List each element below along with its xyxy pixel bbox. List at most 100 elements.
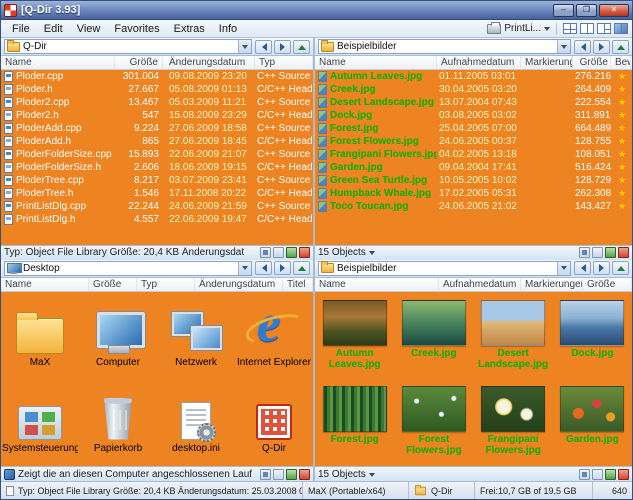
- layout-three-pane-icon[interactable]: [597, 23, 611, 34]
- file-row[interactable]: PrintListDlg.h4.55722.06.2009 19:47C/C++…: [1, 213, 313, 226]
- column-header[interactable]: Änderungsdatum: [195, 278, 283, 291]
- desktop-item[interactable]: desktop.ini: [157, 384, 235, 467]
- file-row[interactable]: Humpback Whale.jpg17.02.2005 05:31262.30…: [315, 187, 632, 200]
- file-row[interactable]: Toco Toucan.jpg24.06.2005 21:02143.427★: [315, 200, 632, 213]
- pane-tool-icon[interactable]: [579, 469, 590, 480]
- pane-go-icon[interactable]: [605, 469, 616, 480]
- column-header[interactable]: Größe: [573, 56, 611, 69]
- file-row[interactable]: Ploder2.h54715.08.2009 23:29C/C++ Header: [1, 109, 313, 122]
- file-row[interactable]: PloderTree.cpp8.21703.07.2009 23:41C++ S…: [1, 174, 313, 187]
- menu-item-favorites[interactable]: Favorites: [107, 22, 166, 36]
- thumbnail-item[interactable]: Forest.jpg: [315, 386, 394, 467]
- column-header[interactable]: Typ: [255, 56, 313, 69]
- forward-button[interactable]: [593, 40, 610, 54]
- file-row[interactable]: Garden.jpg09.04.2004 17:41516.424★: [315, 161, 632, 174]
- thumbnail-item[interactable]: Autumn Leaves.jpg: [315, 300, 394, 386]
- forward-button[interactable]: [274, 40, 291, 54]
- column-header[interactable]: Markierungen: [521, 278, 583, 291]
- forward-button[interactable]: [274, 261, 291, 275]
- desktop-item[interactable]: MaX: [1, 298, 79, 384]
- file-row[interactable]: Ploder2.cpp13.46705.03.2009 11:21C++ Sou…: [1, 96, 313, 109]
- desktop-item[interactable]: Papierkorb: [79, 384, 157, 467]
- thumbnail-item[interactable]: Creek.jpg: [394, 300, 473, 386]
- desktop-item[interactable]: Computer: [79, 298, 157, 384]
- column-header[interactable]: Titel: [283, 278, 313, 291]
- desktop-item[interactable]: Systemsteuerung: [1, 384, 79, 467]
- file-row[interactable]: Green Sea Turtle.jpg10.05.2005 10:02128.…: [315, 174, 632, 187]
- file-row[interactable]: PrintListDlg.cpp22.24424.06.2009 21:59C+…: [1, 200, 313, 213]
- pane-close-icon[interactable]: [299, 247, 310, 258]
- column-header[interactable]: Name: [1, 56, 115, 69]
- file-row[interactable]: PloderFolderSize.h2.60618.06.2009 19:15C…: [1, 161, 313, 174]
- menu-item-edit[interactable]: Edit: [37, 22, 70, 36]
- path-dropdown-arrow-icon[interactable]: [238, 262, 251, 275]
- pane-tool-icon[interactable]: [260, 247, 271, 258]
- pane-go-icon[interactable]: [286, 469, 297, 480]
- path-combo[interactable]: Beispielbilder: [318, 261, 571, 276]
- thumbnail-item[interactable]: Dock.jpg: [553, 300, 632, 386]
- pane-filter-icon[interactable]: [273, 469, 284, 480]
- column-header[interactable]: Name: [315, 56, 437, 69]
- pane-filter-icon[interactable]: [592, 469, 603, 480]
- file-row[interactable]: Creek.jpg30.04.2005 03:20264.409★: [315, 83, 632, 96]
- print-dropdown-arrow-icon[interactable]: [544, 27, 550, 34]
- pane-go-icon[interactable]: [286, 247, 297, 258]
- file-row[interactable]: PloderAdd.cpp9.22427.06.2009 18:58C++ So…: [1, 122, 313, 135]
- menu-item-info[interactable]: Info: [212, 22, 244, 36]
- maximize-button[interactable]: ❐: [576, 4, 597, 17]
- menu-item-extras[interactable]: Extras: [167, 22, 212, 36]
- path-dropdown-arrow-icon[interactable]: [238, 40, 251, 53]
- up-button[interactable]: [293, 40, 310, 54]
- file-row[interactable]: Ploder.h27.66705.08.2009 01:13C/C++ Head…: [1, 83, 313, 96]
- back-button[interactable]: [255, 40, 272, 54]
- path-combo[interactable]: Desktop: [4, 261, 252, 276]
- path-combo[interactable]: Beispielbilder: [318, 39, 571, 54]
- path-combo[interactable]: Q-Dir: [4, 39, 252, 54]
- path-dropdown-arrow-icon[interactable]: [557, 40, 570, 53]
- file-row[interactable]: Frangipani Flowers.jpg04.02.2005 13:1810…: [315, 148, 632, 161]
- thumbnail-item[interactable]: Forest Flowers.jpg: [394, 386, 473, 467]
- minimize-button[interactable]: –: [553, 4, 574, 17]
- column-header[interactable]: Markierungen: [521, 56, 573, 69]
- desktop-item[interactable]: Q-Dir: [235, 384, 313, 467]
- count-dropdown-arrow-icon[interactable]: [369, 251, 375, 258]
- thumbnail-item[interactable]: Desert Landscape.jpg: [474, 300, 553, 386]
- pane-close-icon[interactable]: [618, 469, 629, 480]
- file-row[interactable]: Autumn Leaves.jpg01.11.2005 03:01276.216…: [315, 70, 632, 83]
- file-row[interactable]: Forest Flowers.jpg24.06.2005 00:37128.75…: [315, 135, 632, 148]
- pane-tool-icon[interactable]: [579, 247, 590, 258]
- column-header[interactable]: Größe: [89, 278, 137, 291]
- column-header[interactable]: Größe: [583, 278, 632, 291]
- column-header[interactable]: Name: [315, 278, 439, 291]
- up-button[interactable]: [612, 40, 629, 54]
- path-dropdown-arrow-icon[interactable]: [557, 262, 570, 275]
- pane-go-icon[interactable]: [605, 247, 616, 258]
- back-button[interactable]: [574, 40, 591, 54]
- layout-single-icon[interactable]: [614, 23, 628, 34]
- titlebar[interactable]: [Q-Dir 3.93] – ❐ ✕: [1, 1, 632, 20]
- file-row[interactable]: Desert Landscape.jpg13.07.2004 07:43222.…: [315, 96, 632, 109]
- pane-filter-icon[interactable]: [592, 247, 603, 258]
- file-row[interactable]: PloderAdd.h86527.06.2009 18:45C/C++ Head…: [1, 135, 313, 148]
- close-button[interactable]: ✕: [599, 4, 629, 17]
- menu-item-view[interactable]: View: [70, 22, 108, 36]
- column-header[interactable]: Aufnahmedatum: [439, 278, 521, 291]
- thumbnail-item[interactable]: Garden.jpg: [553, 386, 632, 467]
- file-row[interactable]: PloderTree.h1.54617.11.2008 20:22C/C++ H…: [1, 187, 313, 200]
- back-button[interactable]: [255, 261, 272, 275]
- column-header[interactable]: Aufnahmedatum: [437, 56, 521, 69]
- column-header[interactable]: Bew: [611, 56, 631, 69]
- layout-two-vertical-icon[interactable]: [580, 23, 594, 34]
- pane-filter-icon[interactable]: [273, 247, 284, 258]
- column-header[interactable]: Änderungsdatum: [163, 56, 255, 69]
- file-row[interactable]: PloderFolderSize.cpp15.89322.06.2009 21:…: [1, 148, 313, 161]
- forward-button[interactable]: [593, 261, 610, 275]
- file-row[interactable]: Forest.jpg25.04.2005 07:00664.489★: [315, 122, 632, 135]
- column-header[interactable]: Typ: [137, 278, 195, 291]
- column-header[interactable]: Größe: [115, 56, 163, 69]
- back-button[interactable]: [574, 261, 591, 275]
- file-row[interactable]: Ploder.cpp301.00409.08.2009 23:20C++ Sou…: [1, 70, 313, 83]
- pane-close-icon[interactable]: [299, 469, 310, 480]
- layout-quad-icon[interactable]: [563, 23, 577, 34]
- up-button[interactable]: [293, 261, 310, 275]
